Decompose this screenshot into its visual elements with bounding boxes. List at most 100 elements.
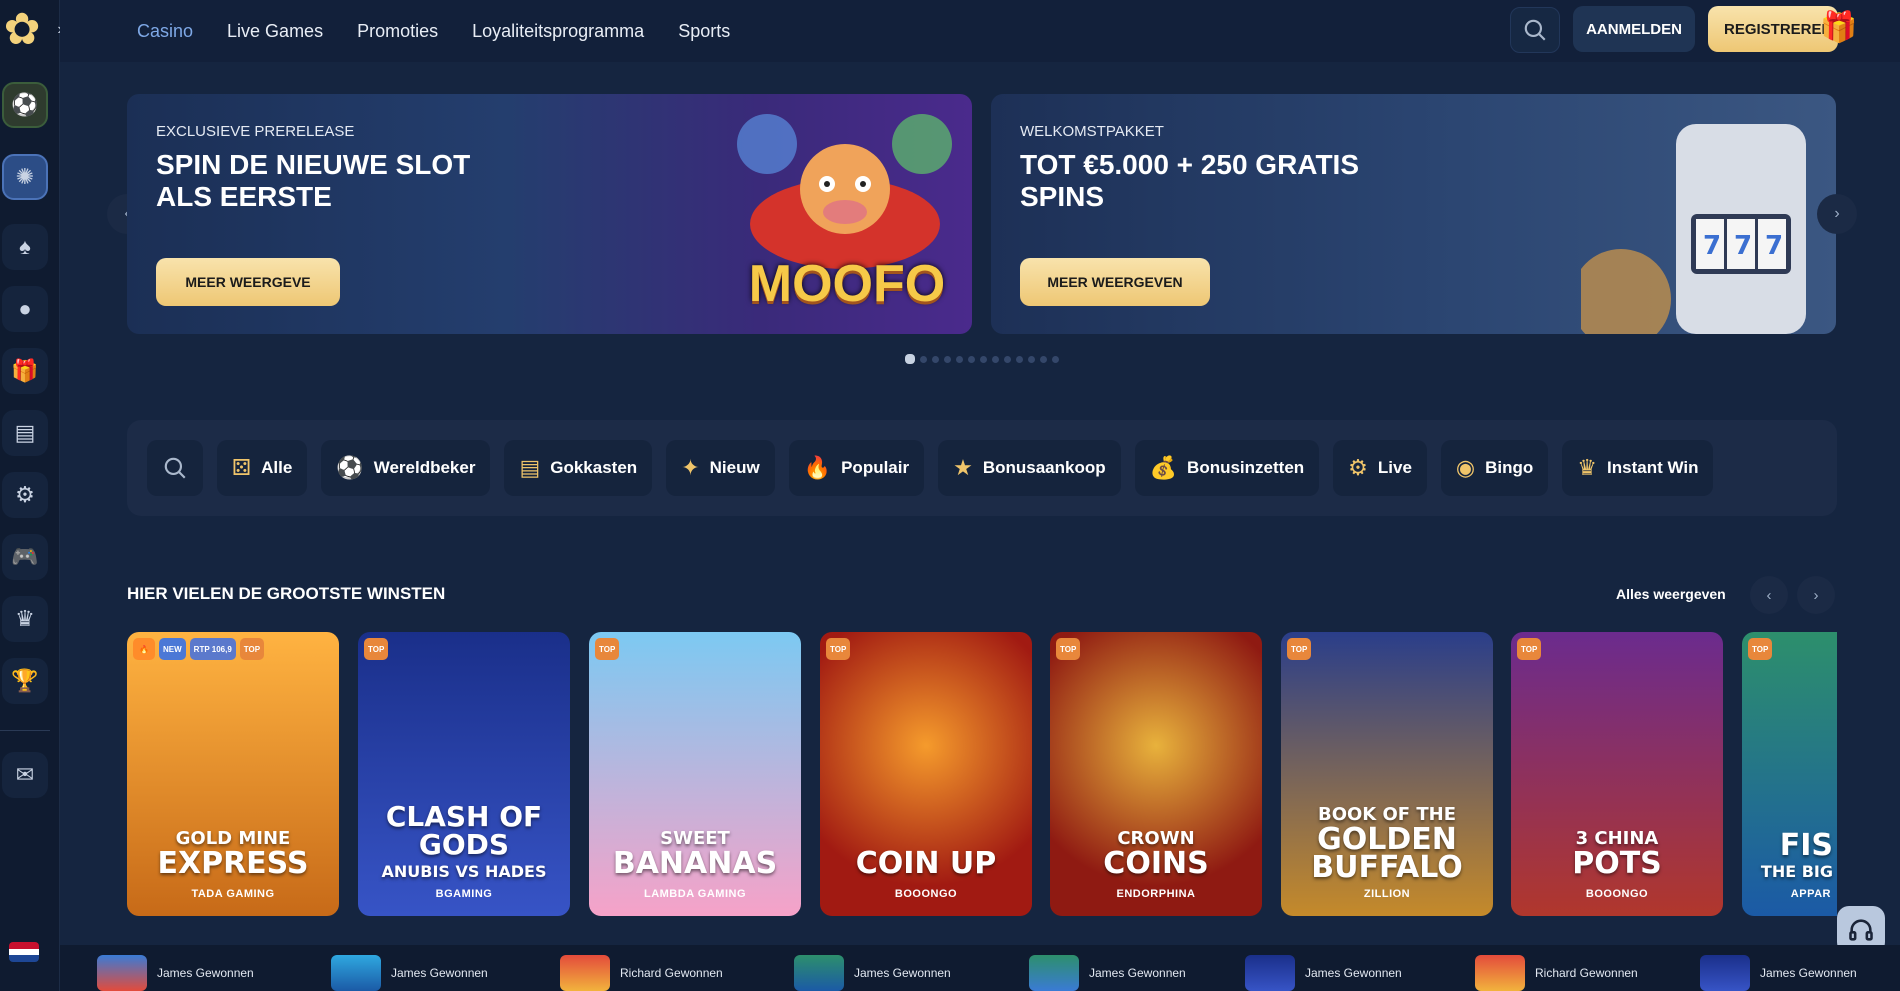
- moofo-game-art: MOOFO: [727, 104, 967, 329]
- section-title: HIER VIELEN DE GROOTSTE WINSTEN: [127, 584, 446, 603]
- carousel-dot[interactable]: [956, 355, 963, 363]
- carousel-dot[interactable]: [1016, 355, 1023, 363]
- category-wereldbeker[interactable]: ⚽ Wereldbeker: [321, 440, 491, 496]
- game-provider: TADA GAMING: [191, 888, 275, 900]
- nav-casino[interactable]: Casino: [137, 21, 193, 42]
- category-bingo[interactable]: ◉ Bingo: [1440, 440, 1549, 496]
- carousel-dot[interactable]: [1028, 355, 1035, 363]
- slot-icon[interactable]: ▤: [2, 410, 48, 456]
- roulette-icon: ⚙: [1348, 455, 1368, 480]
- winner-item[interactable]: James Gewonnen: [1245, 955, 1402, 991]
- banner-next-button[interactable]: ›: [1817, 194, 1857, 234]
- game-card-fis-partial[interactable]: TOP FIS THE BIG APPAR: [1742, 632, 1837, 916]
- carousel-dot[interactable]: [980, 355, 987, 363]
- winner-item[interactable]: James Gewonnen: [97, 955, 254, 991]
- wheel-icon[interactable]: ⚙: [2, 472, 48, 518]
- carousel-dot[interactable]: [1052, 355, 1059, 363]
- view-all-link[interactable]: Alles weergeven: [1616, 586, 1726, 602]
- game-title-line1: FIS: [1779, 828, 1833, 863]
- banner-welcome-package[interactable]: WELKOMSTPAKKET TOT €5.000 + 250 GRATIS S…: [991, 94, 1836, 334]
- category-alle[interactable]: ⚄ Alle: [217, 440, 308, 496]
- game-tags: TOP: [1748, 638, 1773, 660]
- gift-icon[interactable]: 🎁: [2, 348, 48, 394]
- nav-loyaliteitsprogramma[interactable]: Loyaliteitsprogramma: [472, 21, 644, 42]
- category-nieuw[interactable]: ✦ Nieuw: [666, 440, 775, 496]
- carousel-dot[interactable]: [920, 355, 927, 363]
- game-tags: 🔥 NEW RTP 106,9 TOP: [133, 638, 265, 660]
- game-card-coin-up[interactable]: TOP COIN UP BOOONGO: [820, 632, 1032, 916]
- winner-item[interactable]: Richard Gewonnen: [1475, 955, 1638, 991]
- carousel-dot[interactable]: [968, 355, 975, 363]
- banner-prerelease[interactable]: EXCLUSIEVE PRERELEASE SPIN DE NIEUWE SLO…: [127, 94, 972, 334]
- game-title-line2: POTS: [1572, 846, 1662, 881]
- game-card-gold-mine-express[interactable]: 🔥 NEW RTP 106,9 TOP GOLD MINE EXPRESS TA…: [127, 632, 339, 916]
- search-button[interactable]: [1510, 7, 1560, 53]
- game-thumbnail: [97, 955, 147, 991]
- game-card-clash-of-gods[interactable]: TOP CLASH OF GODS ANUBIS VS HADES BGAMIN…: [358, 632, 570, 916]
- category-instant-win[interactable]: ♛ Instant Win: [1562, 440, 1714, 496]
- banner-cta-button[interactable]: MEER WEERGEVE: [156, 258, 340, 306]
- category-gokkasten[interactable]: ▤ Gokkasten: [504, 440, 653, 496]
- bingo-icon: ◉: [1455, 455, 1476, 480]
- trophy-icon[interactable]: 🏆: [2, 658, 48, 704]
- game-title-line2: THE BIG: [1760, 862, 1833, 881]
- game-card-crown-coins[interactable]: TOP CROWN COINS ENDORPHINA: [1050, 632, 1262, 916]
- top-tag: TOP: [239, 638, 265, 660]
- winner-item[interactable]: James Gewonnen: [331, 955, 488, 991]
- nav-live-games[interactable]: Live Games: [227, 21, 323, 42]
- mail-icon[interactable]: ✉: [2, 752, 48, 798]
- carousel-dot[interactable]: [992, 355, 999, 363]
- carousel-dot[interactable]: [1040, 355, 1047, 363]
- game-tags: TOP: [1056, 638, 1081, 660]
- section-next-button[interactable]: ›: [1797, 576, 1835, 614]
- game-card-book-of-the-golden-buffalo[interactable]: TOP BOOK OF THE GOLDEN BUFFALO ZILLION: [1281, 632, 1493, 916]
- banner-cta-button[interactable]: MEER WEERGEVEN: [1020, 258, 1210, 306]
- game-thumbnail: [1700, 955, 1750, 991]
- register-label: REGISTREREN: [1724, 20, 1833, 38]
- section-prev-button[interactable]: ‹: [1750, 576, 1788, 614]
- ball-icon[interactable]: ●: [2, 286, 48, 332]
- casino-chip-icon[interactable]: ✺: [2, 154, 48, 200]
- winner-item[interactable]: James Gewonnen: [1029, 955, 1186, 991]
- football-icon[interactable]: ⚽: [2, 82, 48, 128]
- game-thumbnail: [794, 955, 844, 991]
- netherlands-flag-icon[interactable]: [9, 942, 39, 962]
- gamepad-icon[interactable]: 🎮: [2, 534, 48, 580]
- register-button[interactable]: REGISTREREN: [1708, 6, 1838, 52]
- main-nav: Casino Live Games Promoties Loyaliteitsp…: [137, 0, 730, 62]
- login-button[interactable]: AANMELDEN: [1573, 6, 1695, 52]
- search-icon: [164, 457, 186, 479]
- banner-headline: SPIN DE NIEUWE SLOT ALS EERSTE: [156, 149, 471, 212]
- star-icon: ★: [953, 455, 973, 480]
- nav-sports[interactable]: Sports: [678, 21, 730, 42]
- winner-item[interactable]: James Gewonnen: [794, 955, 951, 991]
- game-tags: TOP: [364, 638, 389, 660]
- category-bonusinzetten[interactable]: 💰 Bonusinzetten: [1134, 440, 1320, 496]
- winner-item[interactable]: James Gewonnen: [1700, 955, 1857, 991]
- headphones-icon: [1849, 919, 1873, 941]
- game-search-button[interactable]: [147, 440, 203, 496]
- game-card-sweet-bananas[interactable]: TOP SWEET BANANAS LAMBDA GAMING: [589, 632, 801, 916]
- top-tag: TOP: [1748, 638, 1773, 660]
- carousel-dot[interactable]: [1004, 355, 1011, 363]
- nav-promoties[interactable]: Promoties: [357, 21, 438, 42]
- carousel-dot[interactable]: [905, 354, 915, 364]
- crown-icon[interactable]: ♛: [2, 596, 48, 642]
- category-live[interactable]: ⚙ Live: [1333, 440, 1427, 496]
- logo-icon[interactable]: ✿: [0, 8, 44, 52]
- game-title-line3: BUFFALO: [1311, 850, 1463, 885]
- carousel-dot[interactable]: [944, 355, 951, 363]
- category-bonusaankoop[interactable]: ★ Bonusaankoop: [938, 440, 1121, 496]
- game-title-line3: ANUBIS VS HADES: [381, 862, 547, 881]
- game-card-3-china-pots[interactable]: TOP 3 CHINA POTS BOOONGO: [1511, 632, 1723, 916]
- money-bag-icon: 💰: [1149, 455, 1178, 480]
- gift-icon: 🎁: [1820, 11, 1858, 44]
- game-provider: ENDORPHINA: [1116, 888, 1196, 900]
- top-tag: TOP: [595, 638, 620, 660]
- winner-item[interactable]: Richard Gewonnen: [560, 955, 723, 991]
- category-populair[interactable]: 🔥 Populair: [788, 440, 925, 496]
- top-tag: TOP: [1287, 638, 1312, 660]
- carousel-dots: [905, 354, 1059, 364]
- spade-icon[interactable]: ♠: [2, 224, 48, 270]
- carousel-dot[interactable]: [932, 355, 939, 363]
